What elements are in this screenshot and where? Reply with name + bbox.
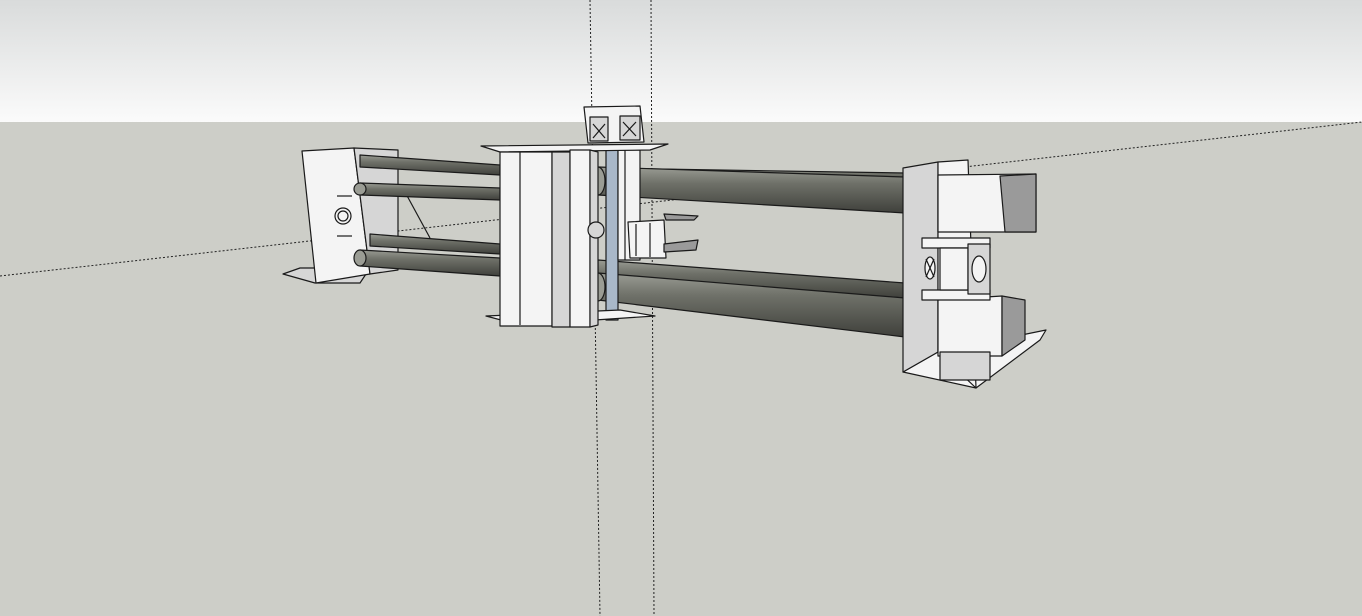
x-stepper-motor[interactable] — [921, 237, 991, 301]
sketchup-3d-viewport[interactable] — [0, 0, 1362, 616]
z-stepper-motor[interactable] — [583, 105, 645, 144]
sky-background — [0, 0, 1362, 123]
model-scene[interactable] — [0, 0, 1362, 616]
